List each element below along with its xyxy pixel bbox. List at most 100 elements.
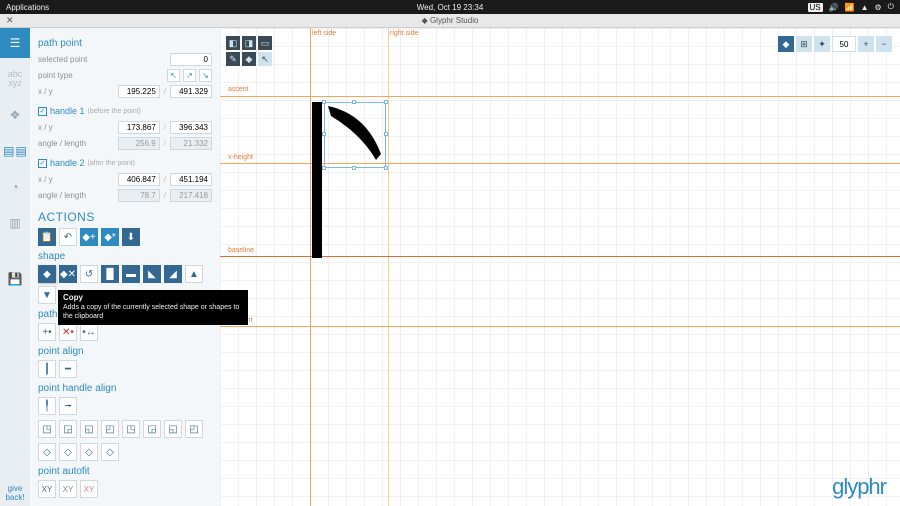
selection-box[interactable] [324,102,386,168]
handle-nw[interactable] [322,100,326,104]
notification-icon[interactable]: ▲ [861,3,869,12]
handle1-sub: (before the point) [88,108,141,115]
pha-5[interactable]: ◱ [80,420,98,438]
zoom-out[interactable]: − [876,36,892,52]
h2-angle-input[interactable] [118,189,160,202]
point-tool[interactable]: ↖ [258,52,272,66]
volume-icon[interactable]: 🔊 [829,3,839,12]
point-type-corner[interactable]: ↖ [167,69,180,82]
add-point-button[interactable]: +• [38,323,56,341]
keyboard-indicator[interactable]: US [808,3,823,12]
h1-y-input[interactable] [170,121,212,134]
handle-e[interactable] [384,132,388,136]
close-icon[interactable]: ✕ [6,15,14,26]
h2-len-input[interactable] [170,189,212,202]
canvas[interactable]: ascent x-height baseline descent left si… [220,28,900,506]
toggle-3[interactable]: ✦ [814,36,830,52]
layers-tool[interactable]: ❖ [0,100,30,130]
zoom-in[interactable]: + [858,36,874,52]
autofit-xy-2[interactable]: XY [59,480,77,498]
pha-8[interactable]: ◲ [143,420,161,438]
paste-button[interactable]: 📋 [38,228,56,246]
applications-menu[interactable]: Applications [6,3,49,12]
resize-tool[interactable]: ◨ [242,36,256,50]
h1-xy-label: x / y [38,123,53,132]
history-tool[interactable]: ◔ [0,172,30,202]
point-type-symmetric[interactable]: ↘ [199,69,212,82]
h2-x-input[interactable] [118,173,160,186]
handle-se[interactable] [384,166,388,170]
handle2-checkbox[interactable]: ✓ [38,159,47,168]
toggle-2[interactable]: ⊞ [796,36,812,52]
rotate-left-button[interactable]: ◣ [143,265,161,283]
pha-4[interactable]: ◲ [59,420,77,438]
add-shape-button[interactable]: ◆+ [80,228,98,246]
pha-9[interactable]: ◱ [164,420,182,438]
tool-rail: ☰ abcxyz ❖ ▤▤ ◔ ▥ 💾 [0,28,30,506]
h2-angle-label: angle / length [38,191,86,200]
rect-tool[interactable]: ▭ [258,36,272,50]
pha-14[interactable]: ◇ [101,443,119,461]
pha-13[interactable]: ◇ [80,443,98,461]
handle-n[interactable] [352,100,356,104]
settings-icon[interactable]: ⚙ [875,3,882,12]
zoom-value[interactable]: 50 [832,36,856,52]
undo-button[interactable]: ↶ [59,228,77,246]
attributes-tool[interactable]: ▤▤ [0,136,30,166]
pha-10[interactable]: ◰ [185,420,203,438]
pen-tool[interactable]: ✎ [226,52,240,66]
toggle-1[interactable]: ◆ [778,36,794,52]
attributes-panel: path point selected point point type ↖ ↗… [30,28,220,506]
autofit-xy-1[interactable]: XY [38,480,56,498]
flip-h-button[interactable]: ▐▌ [101,265,119,283]
select-tool[interactable]: ◧ [226,36,240,50]
reset-handles-button[interactable]: •↔ [80,323,98,341]
pha-12[interactable]: ◇ [59,443,77,461]
autofit-xy-3[interactable]: XY [80,480,98,498]
guides-tool[interactable]: ▥ [0,208,30,238]
hamburger-menu[interactable]: ☰ [0,28,30,58]
point-handle-align-buttons-3: ◇ ◇ ◇ ◇ [38,443,212,461]
align-y-button[interactable]: ━ [59,360,77,378]
flip-v-button[interactable]: ▬ [122,265,140,283]
add-component-button[interactable]: ◆* [101,228,119,246]
handle-s[interactable] [352,166,356,170]
datetime: Wed, Oct 19 23:34 [417,3,484,12]
path-edit-tool[interactable]: ◆ [242,52,256,66]
pha-1[interactable]: ╿ [38,397,56,415]
selected-point-input[interactable] [170,53,212,66]
pha-7[interactable]: ◳ [122,420,140,438]
y-input[interactable] [170,85,212,98]
handle-sw[interactable] [322,166,326,170]
glyphs-tool[interactable]: abcxyz [0,64,30,94]
h1-len-input[interactable] [170,137,212,150]
get-shapes-button[interactable]: ⬇ [122,228,140,246]
align-x-button[interactable]: ┃ [38,360,56,378]
h2-y-input[interactable] [170,173,212,186]
layer-up-button[interactable]: ▲ [185,265,203,283]
delete-shape-button[interactable]: ◆✕ [59,265,77,283]
network-icon[interactable]: 📶 [845,3,855,12]
handle1-checkbox[interactable]: ✓ [38,107,47,116]
h1-angle-input[interactable] [118,137,160,150]
pha-2[interactable]: ╼ [59,397,77,415]
right-side-guide [388,28,389,506]
save-tool[interactable]: 💾 [0,264,30,294]
handle-ne[interactable] [384,100,388,104]
reverse-winding-button[interactable]: ↺ [80,265,98,283]
pha-6[interactable]: ◰ [101,420,119,438]
handle-w[interactable] [322,132,326,136]
layer-down-button[interactable]: ▼ [38,286,56,304]
pha-3[interactable]: ◳ [38,420,56,438]
delete-point-button[interactable]: ✕• [59,323,77,341]
pha-11[interactable]: ◇ [38,443,56,461]
copy-button[interactable]: ◆ [38,265,56,283]
give-back-button[interactable]: give back! [0,482,30,506]
power-icon[interactable]: ⏻ [888,2,894,12]
rotate-right-button[interactable]: ◢ [164,265,182,283]
handle2-sub: (after the point) [88,160,135,167]
leftside-label: left side [312,30,336,37]
h1-x-input[interactable] [118,121,160,134]
x-input[interactable] [118,85,160,98]
point-type-flat[interactable]: ↗ [183,69,196,82]
